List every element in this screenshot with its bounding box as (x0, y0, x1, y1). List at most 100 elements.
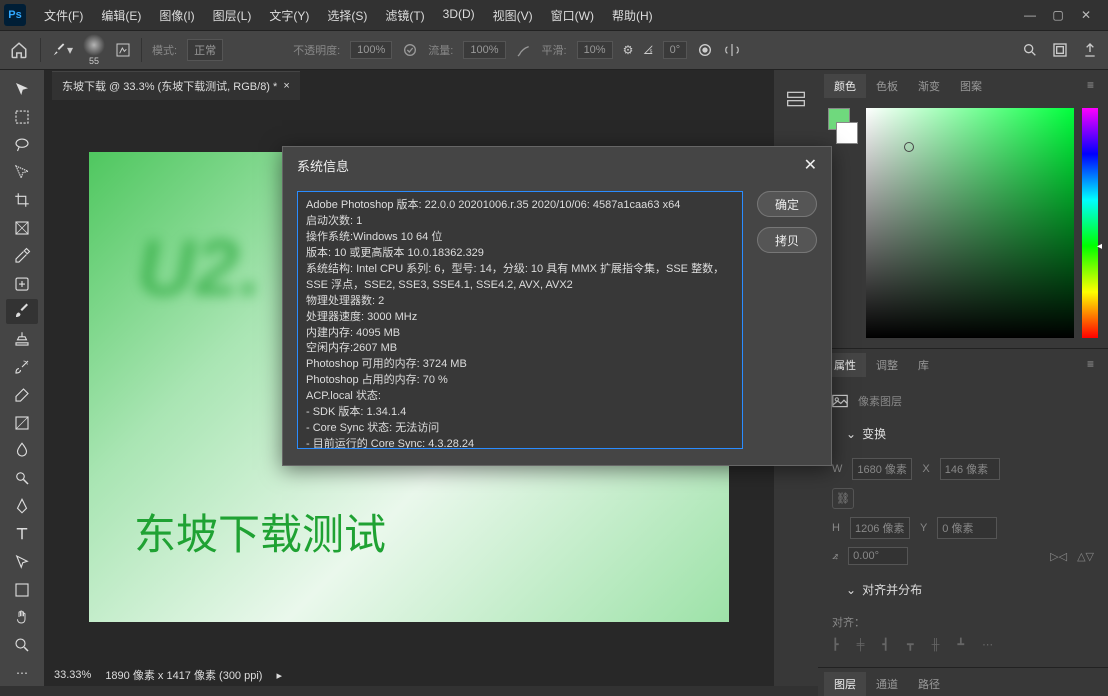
pressure-size-icon[interactable] (697, 42, 713, 58)
angle-prop-field[interactable]: 0.00° (848, 547, 908, 565)
align-left-icon[interactable]: ┣ (832, 638, 839, 651)
eraser-tool[interactable] (6, 382, 38, 408)
mode-label: 模式: (152, 42, 177, 58)
dodge-tool[interactable] (6, 465, 38, 491)
hue-slider[interactable]: ◂ (1082, 108, 1098, 338)
color-tab[interactable]: 渐变 (908, 74, 950, 98)
pen-tool[interactable] (6, 493, 38, 519)
layers-tab[interactable]: 路径 (908, 672, 950, 696)
document-tab[interactable]: 东坡下载 @ 33.3% (东坡下载测试, RGB/8) *× (52, 71, 300, 100)
h-field[interactable]: 1206 像素 (850, 517, 910, 539)
flow-label: 流量: (428, 42, 453, 58)
layers-tab[interactable]: 图层 (824, 672, 866, 696)
pressure-opacity-icon[interactable] (402, 42, 418, 58)
brush-preview[interactable] (83, 34, 105, 56)
panel-menu-icon[interactable]: ≡ (1079, 74, 1102, 98)
path-select-tool[interactable] (6, 549, 38, 575)
color-picker-field[interactable] (866, 108, 1074, 338)
brush-panel-icon[interactable] (115, 42, 131, 58)
stamp-tool[interactable] (6, 326, 38, 352)
quick-select-tool[interactable] (6, 159, 38, 185)
hue-slider-nub[interactable]: ◂ (1097, 241, 1102, 252)
color-tab[interactable]: 色板 (866, 74, 908, 98)
panel-menu-icon[interactable]: ≡ (1079, 353, 1102, 377)
eyedropper-tool[interactable] (6, 243, 38, 269)
menu-item[interactable]: 图像(I) (151, 3, 202, 28)
search-icon[interactable] (1022, 42, 1038, 58)
gear-icon[interactable]: ⚙ (623, 43, 634, 57)
angle-field[interactable]: 0° (663, 41, 688, 59)
x-field[interactable]: 146 像素 (940, 458, 1000, 480)
menu-item[interactable]: 文字(Y) (261, 3, 317, 28)
airbrush-icon[interactable] (516, 42, 532, 58)
close-window-button[interactable]: ✕ (1076, 5, 1096, 25)
brush-tool[interactable] (6, 299, 38, 325)
color-tab[interactable]: 颜色 (824, 74, 866, 98)
frame-tool[interactable] (6, 215, 38, 241)
color-tab[interactable]: 图案 (950, 74, 992, 98)
share-icon[interactable] (1082, 42, 1098, 58)
angle-icon: ⦞ (643, 43, 652, 58)
align-vcenter-icon[interactable]: ╫ (932, 639, 940, 651)
transform-section[interactable]: ⌄变换 (832, 417, 1094, 450)
move-tool[interactable] (6, 76, 38, 102)
close-tab-icon[interactable]: × (283, 80, 289, 92)
props-tab[interactable]: 库 (908, 353, 939, 377)
y-field[interactable]: 0 像素 (937, 517, 997, 539)
brush-tool-icon[interactable]: ▾ (51, 42, 73, 58)
background-swatch[interactable] (836, 122, 858, 144)
opacity-field[interactable]: 100% (350, 41, 392, 59)
blur-tool[interactable] (6, 438, 38, 464)
copy-button[interactable]: 拷贝 (757, 227, 817, 253)
gradient-tool[interactable] (6, 410, 38, 436)
menu-item[interactable]: 视图(V) (485, 3, 541, 28)
healing-tool[interactable] (6, 271, 38, 297)
menu-item[interactable]: 窗口(W) (543, 3, 602, 28)
type-tool[interactable] (6, 521, 38, 547)
ok-button[interactable]: 确定 (757, 191, 817, 217)
w-field[interactable]: 1680 像素 (852, 458, 912, 480)
h-label: H (832, 522, 840, 534)
layers-tab[interactable]: 通道 (866, 672, 908, 696)
system-info-textarea[interactable]: Adobe Photoshop 版本: 22.0.0 20201006.r.35… (297, 191, 743, 449)
edit-toolbar[interactable]: ⋯ (6, 660, 38, 686)
minimize-button[interactable]: — (1020, 5, 1040, 25)
flip-h-icon[interactable]: ▷◁ (1050, 550, 1067, 563)
menu-item[interactable]: 帮助(H) (604, 3, 661, 28)
marquee-tool[interactable] (6, 104, 38, 130)
symmetry-icon[interactable] (723, 42, 741, 58)
doc-dims: 1890 像素 x 1417 像素 (300 ppi) (105, 667, 262, 683)
flip-v-icon[interactable]: △▽ (1077, 550, 1094, 563)
align-hcenter-icon[interactable]: ╪ (857, 639, 865, 651)
dialog-close-icon[interactable]: ✕ (804, 155, 817, 175)
maximize-button[interactable]: ▢ (1048, 5, 1068, 25)
shape-tool[interactable] (6, 577, 38, 603)
layer-kind-label: 像素图层 (858, 393, 902, 409)
history-brush-tool[interactable] (6, 354, 38, 380)
home-icon[interactable] (10, 40, 30, 60)
align-bottom-icon[interactable]: ┻ (957, 638, 964, 651)
smooth-label: 平滑: (542, 42, 567, 58)
workspace-icon[interactable] (1052, 42, 1068, 58)
smooth-field[interactable]: 10% (577, 41, 613, 59)
link-icon[interactable]: ⛓ (832, 488, 854, 509)
menu-item[interactable]: 文件(F) (36, 3, 91, 28)
hand-tool[interactable] (6, 604, 38, 630)
align-right-icon[interactable]: ┫ (882, 638, 889, 651)
align-top-icon[interactable]: ┳ (907, 638, 914, 651)
zoom-tool[interactable] (6, 632, 38, 658)
menu-item[interactable]: 编辑(E) (93, 3, 149, 28)
align-section[interactable]: ⌄对齐并分布 (832, 573, 1094, 606)
menu-item[interactable]: 滤镜(T) (377, 3, 432, 28)
crop-tool[interactable] (6, 187, 38, 213)
flow-field[interactable]: 100% (463, 41, 505, 59)
status-arrow-icon[interactable]: ▸ (276, 669, 282, 682)
props-tab[interactable]: 调整 (866, 353, 908, 377)
align-more-icon[interactable]: ⋯ (982, 638, 993, 651)
zoom-status[interactable]: 33.33% (54, 669, 91, 681)
menu-item[interactable]: 3D(D) (435, 3, 483, 28)
mode-select[interactable]: 正常 (187, 39, 223, 61)
lasso-tool[interactable] (6, 132, 38, 158)
menu-item[interactable]: 选择(S) (319, 3, 375, 28)
menu-item[interactable]: 图层(L) (205, 3, 260, 28)
